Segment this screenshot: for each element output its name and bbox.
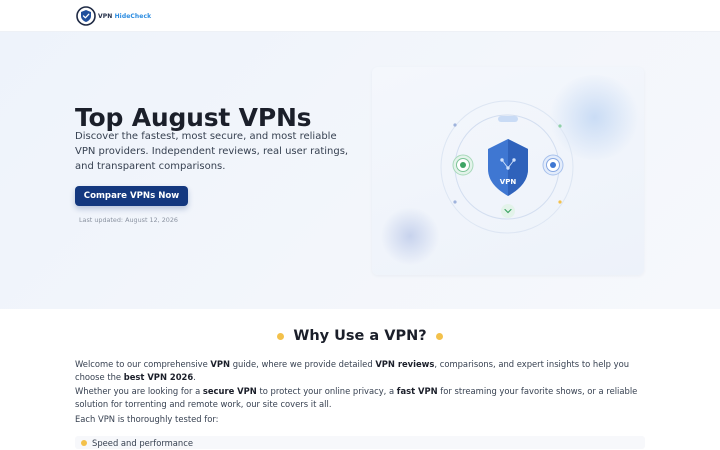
tested-for-paragraph: Each VPN is thoroughly tested for: xyxy=(75,414,219,424)
server-node-icon xyxy=(542,154,564,176)
shield-check-icon xyxy=(76,6,96,26)
last-updated-text: Last updated: August 12, 2026 xyxy=(79,216,178,224)
bullet-dot-icon xyxy=(277,332,285,340)
chevron-down-icon xyxy=(501,204,515,218)
svg-text:VPN: VPN xyxy=(500,178,517,186)
list-item: Speed and performance xyxy=(75,436,645,449)
logo-text: VPN HideCheck xyxy=(98,13,151,20)
site-logo[interactable]: VPN HideCheck xyxy=(76,6,151,26)
intro-paragraph: Welcome to our comprehensive VPN guide, … xyxy=(75,359,630,382)
vpn-shield-icon: VPN xyxy=(488,139,528,196)
section-heading: Why Use a VPN? xyxy=(0,328,720,344)
logo-text-hidecheck: HideCheck xyxy=(114,12,152,20)
hero-title: Top August VPNs xyxy=(75,103,312,132)
bullet-dot-icon xyxy=(435,332,443,340)
top-navigation-bar: VPN HideCheck xyxy=(0,0,720,32)
logo-text-vpn: VPN xyxy=(98,12,115,20)
decorative-glow xyxy=(380,207,440,265)
hero-section: Top August VPNs Discover the fastest, mo… xyxy=(0,32,720,309)
use-cases-paragraph: Whether you are looking for a secure VPN… xyxy=(75,386,638,409)
why-vpn-section: Why Use a VPN? Welcome to our comprehens… xyxy=(0,309,720,450)
bullet-dot-icon xyxy=(81,439,87,446)
section-title: Why Use a VPN? xyxy=(293,328,427,344)
feature-label: Speed and performance xyxy=(92,437,193,448)
compare-vpns-button[interactable]: Compare VPNs Now xyxy=(75,186,188,206)
hero-description: Discover the fastest, most secure, and m… xyxy=(75,131,349,172)
globe-node-icon xyxy=(452,154,474,176)
hero-illustration-card: VPN xyxy=(372,67,644,275)
vpn-network-illustration: VPN xyxy=(440,100,574,234)
